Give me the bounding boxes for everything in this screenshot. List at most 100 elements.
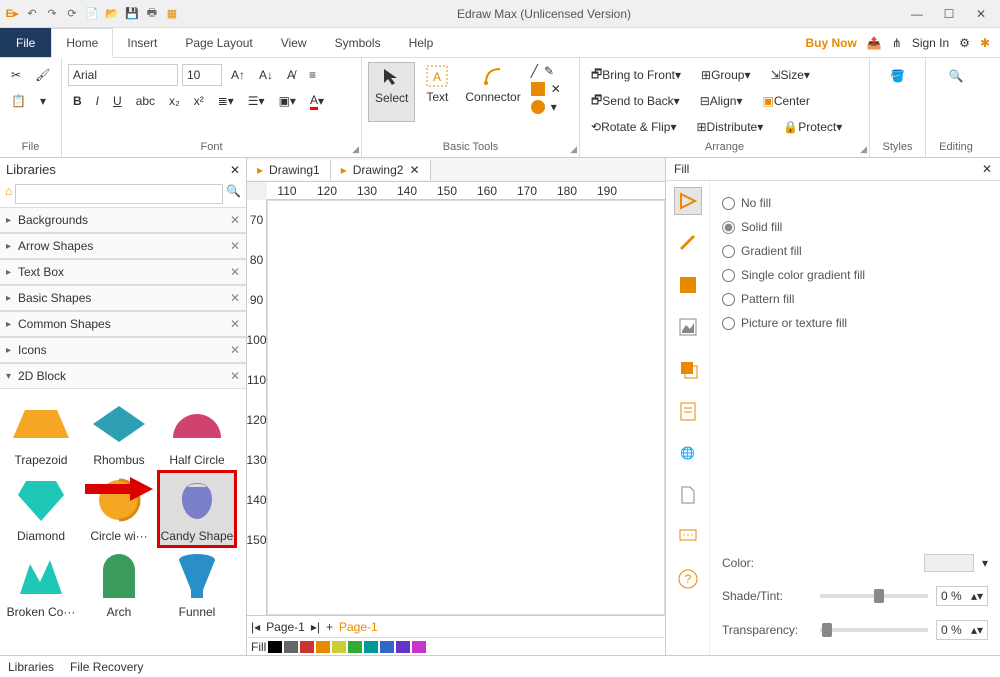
rotate-flip-button[interactable]: ⟲ Rotate & Flip ▾ bbox=[586, 117, 681, 137]
library-category[interactable]: ▾2D Block✕ bbox=[0, 363, 246, 389]
category-close-icon[interactable]: ✕ bbox=[230, 343, 240, 357]
save-icon[interactable]: 💾 bbox=[124, 6, 140, 22]
line-shape-icon[interactable]: ╱ bbox=[531, 64, 538, 78]
category-close-icon[interactable]: ✕ bbox=[230, 317, 240, 331]
brush-icon[interactable]: 🖌 bbox=[30, 65, 55, 85]
library-category[interactable]: ▸Text Box✕ bbox=[0, 259, 246, 285]
color-swatch[interactable] bbox=[268, 641, 282, 653]
transparency-value[interactable]: 0 %▴▾ bbox=[936, 620, 988, 640]
pencil-icon[interactable]: ✎ bbox=[544, 64, 554, 78]
styles-button[interactable]: 🪣 bbox=[876, 62, 919, 92]
font-name-select[interactable] bbox=[68, 64, 178, 86]
tab-insert[interactable]: Insert bbox=[113, 28, 171, 57]
app-logo-icon[interactable]: ✱ bbox=[980, 36, 990, 50]
new-icon[interactable]: 📄 bbox=[84, 6, 100, 22]
font-size-select[interactable] bbox=[182, 64, 222, 86]
category-close-icon[interactable]: ✕ bbox=[230, 239, 240, 253]
file-menu[interactable]: File bbox=[0, 28, 51, 57]
sign-in-link[interactable]: Sign In bbox=[912, 36, 949, 50]
tab-close-icon[interactable]: ✕ bbox=[409, 163, 419, 177]
bottom-tab-libraries[interactable]: Libraries bbox=[8, 660, 54, 674]
fill-option[interactable]: Picture or texture fill bbox=[722, 311, 988, 335]
shape-funnel[interactable]: Funnel bbox=[158, 547, 236, 623]
fill-panel-close-icon[interactable]: ✕ bbox=[982, 162, 992, 176]
underline-icon[interactable]: U bbox=[108, 91, 127, 111]
increase-font-icon[interactable]: A↑ bbox=[226, 65, 250, 85]
bold-icon[interactable]: B bbox=[68, 91, 87, 111]
shape-circle-with[interactable]: Circle wi··· bbox=[80, 471, 158, 547]
share-icon[interactable]: ⋔ bbox=[892, 36, 902, 50]
size-button[interactable]: ⇲ Size ▾ bbox=[765, 65, 814, 85]
library-home-icon[interactable]: ⌂ bbox=[5, 184, 12, 204]
drawing-canvas[interactable] bbox=[267, 200, 665, 615]
shape-candy-shape[interactable]: Candy Shape bbox=[158, 471, 236, 547]
library-category[interactable]: ▸Common Shapes✕ bbox=[0, 311, 246, 337]
circle-shape-icon[interactable] bbox=[531, 100, 545, 114]
library-category[interactable]: ▸Icons✕ bbox=[0, 337, 246, 363]
layer-tab-icon[interactable] bbox=[674, 355, 702, 383]
libraries-close-icon[interactable]: ✕ bbox=[230, 163, 240, 177]
tab-home[interactable]: Home bbox=[51, 28, 113, 58]
bring-to-front-button[interactable]: 🗗 Bring to Front ▾ bbox=[586, 62, 686, 89]
highlight-icon[interactable]: ▣▾ bbox=[274, 91, 301, 111]
connector-tool[interactable]: Connector bbox=[459, 62, 526, 122]
clear-format-icon[interactable]: A̸ bbox=[282, 65, 300, 85]
transparency-slider[interactable] bbox=[820, 628, 928, 632]
library-category[interactable]: ▸Arrow Shapes✕ bbox=[0, 233, 246, 259]
globe-tab-icon[interactable]: 🌐 bbox=[674, 439, 702, 467]
page-tab-icon[interactable] bbox=[674, 481, 702, 509]
basic-tools-dialog-launcher[interactable]: ◢ bbox=[570, 144, 577, 155]
color-swatch[interactable] bbox=[332, 641, 346, 653]
shape-trapezoid[interactable]: Trapezoid bbox=[2, 395, 80, 471]
library-category[interactable]: ▸Basic Shapes✕ bbox=[0, 285, 246, 311]
refresh-icon[interactable]: ⟳ bbox=[64, 6, 80, 22]
shape-diamond[interactable]: Diamond bbox=[2, 471, 80, 547]
more-shape-icon[interactable]: ▾ bbox=[551, 100, 557, 114]
tab-symbols[interactable]: Symbols bbox=[321, 28, 395, 57]
paste-icon[interactable]: ▾ bbox=[35, 91, 51, 111]
minimize-button[interactable]: — bbox=[908, 7, 926, 21]
group-button[interactable]: ⊞ Group ▾ bbox=[696, 65, 755, 85]
search-icon[interactable]: 🔍 bbox=[226, 184, 241, 204]
comment-tab-icon[interactable]: ··· bbox=[674, 523, 702, 551]
shadow-tab-icon[interactable] bbox=[674, 271, 702, 299]
shape-arch[interactable]: Arch bbox=[80, 547, 158, 623]
bottom-tab-file-recovery[interactable]: File Recovery bbox=[70, 660, 143, 674]
fill-option[interactable]: Gradient fill bbox=[722, 239, 988, 263]
shade-value[interactable]: 0 %▴▾ bbox=[936, 586, 988, 606]
category-close-icon[interactable]: ✕ bbox=[230, 265, 240, 279]
strike-icon[interactable]: abc bbox=[131, 91, 160, 111]
fill-tab-icon[interactable] bbox=[674, 187, 702, 215]
shape-broken-co[interactable]: Broken Co··· bbox=[2, 547, 80, 623]
category-close-icon[interactable]: ✕ bbox=[230, 369, 240, 383]
doc-tab-drawing1[interactable]: ▸Drawing1 bbox=[247, 160, 331, 180]
category-close-icon[interactable]: ✕ bbox=[230, 291, 240, 305]
color-dropdown-icon[interactable]: ▾ bbox=[982, 556, 988, 570]
color-swatch[interactable] bbox=[412, 641, 426, 653]
tab-help[interactable]: Help bbox=[395, 28, 448, 57]
color-swatch[interactable] bbox=[316, 641, 330, 653]
select-tool[interactable]: Select bbox=[368, 62, 415, 122]
fill-option[interactable]: No fill bbox=[722, 191, 988, 215]
shape-rhombus[interactable]: Rhombus bbox=[80, 395, 158, 471]
page-nav-first-icon[interactable]: |◂ bbox=[251, 620, 260, 634]
editing-button[interactable]: 🔍 bbox=[932, 62, 980, 92]
gear-icon[interactable]: ⚙ bbox=[959, 36, 970, 50]
close-button[interactable]: ✕ bbox=[972, 7, 990, 21]
print-icon[interactable]: 🖶 bbox=[144, 6, 160, 22]
options-icon[interactable]: ▦ bbox=[164, 6, 180, 22]
clipboard-tab-icon[interactable] bbox=[674, 397, 702, 425]
font-dialog-launcher[interactable]: ◢ bbox=[352, 144, 359, 155]
library-category[interactable]: ▸Backgrounds✕ bbox=[0, 207, 246, 233]
doc-tab-drawing2[interactable]: ▸Drawing2✕ bbox=[331, 160, 431, 180]
align-button[interactable]: ⊟ Align ▾ bbox=[695, 91, 748, 111]
tab-view[interactable]: View bbox=[267, 28, 321, 57]
color-swatch[interactable] bbox=[396, 641, 410, 653]
decrease-font-icon[interactable]: A↓ bbox=[254, 65, 278, 85]
center-button[interactable]: ▣ Center bbox=[757, 91, 814, 111]
page-tab[interactable]: Page-1 bbox=[266, 620, 305, 634]
close-shape-icon[interactable]: ✕ bbox=[551, 82, 561, 96]
format-painter-icon[interactable]: ✂ bbox=[6, 65, 26, 85]
add-page-icon[interactable]: + bbox=[326, 620, 333, 634]
color-swatch[interactable] bbox=[284, 641, 298, 653]
